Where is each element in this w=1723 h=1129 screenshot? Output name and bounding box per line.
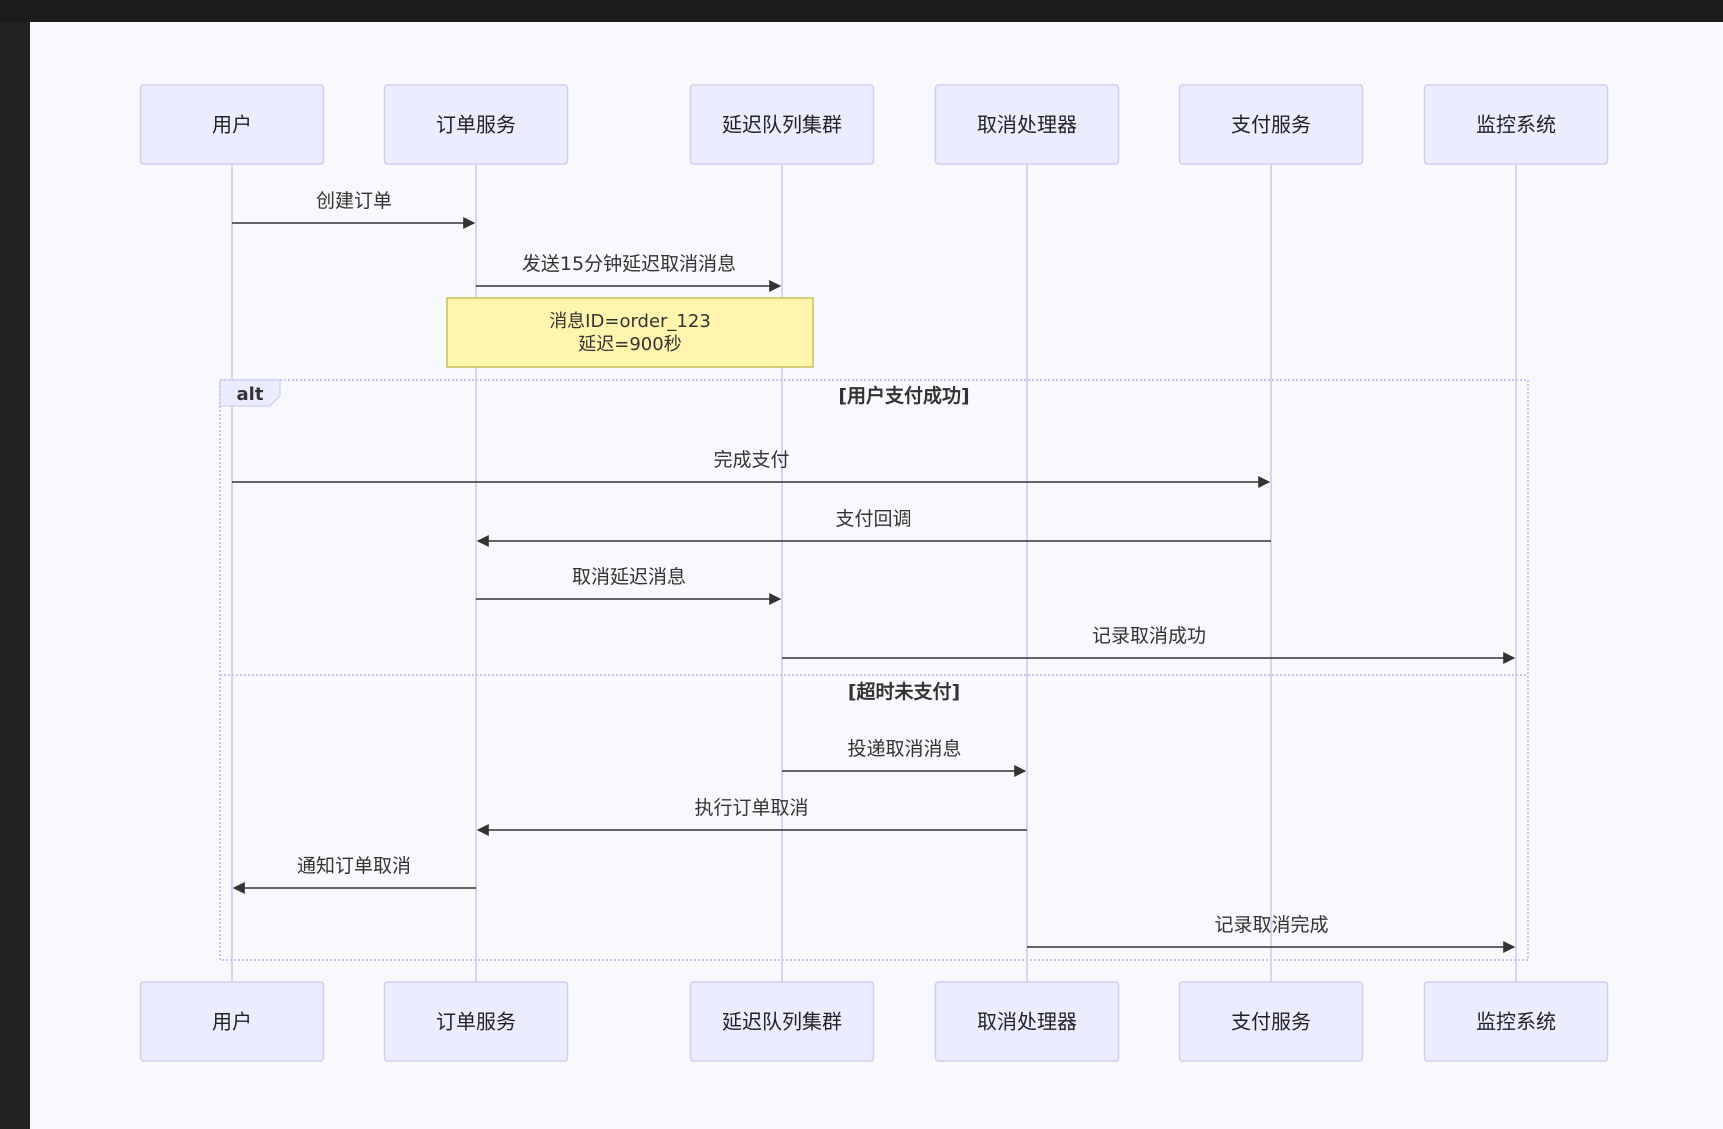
alt-branch-condition: [用户支付成功] <box>838 384 969 407</box>
message-label: 记录取消完成 <box>1214 914 1328 936</box>
participant-label: 支付服务 <box>1231 1010 1311 1034</box>
participant-label: 延迟队列集群 <box>722 113 842 137</box>
note-box <box>446 297 814 368</box>
participant-pay-bottom: 支付服务 <box>1178 981 1364 1062</box>
message-label: 完成支付 <box>713 449 789 471</box>
message-label: 创建订单 <box>316 190 392 212</box>
participant-pay-top: 支付服务 <box>1178 84 1364 165</box>
participant-label: 延迟队列集群 <box>722 1010 842 1034</box>
message-9: 通知订单取消 <box>232 855 476 894</box>
message-label: 投递取消消息 <box>847 738 961 760</box>
participant-monitor-top: 监控系统 <box>1423 84 1609 165</box>
participant-cancel-bottom: 取消处理器 <box>934 981 1120 1062</box>
message-8: 执行订单取消 <box>476 797 1027 836</box>
participant-delayq-top: 延迟队列集群 <box>689 84 875 165</box>
participant-order-bottom: 订单服务 <box>383 981 569 1062</box>
message-label: 记录取消成功 <box>1092 625 1206 647</box>
participant-order-top: 订单服务 <box>383 84 569 165</box>
message-7: 投递取消消息 <box>782 738 1027 777</box>
participant-label: 监控系统 <box>1476 1010 1556 1034</box>
message-6: 记录取消成功 <box>782 625 1516 664</box>
diagram-canvas: alt [用户支付成功] [超时未支付] 用户 用户 订单服务 订单服务 延迟队列集群 延迟队列… <box>30 22 1723 1129</box>
participant-monitor-bottom: 监控系统 <box>1423 981 1609 1062</box>
participant-user-top: 用户 <box>139 84 325 165</box>
note-line: 延迟=900秒 <box>578 334 681 355</box>
participant-user-bottom: 用户 <box>139 981 325 1062</box>
message-label: 支付回调 <box>835 508 911 530</box>
alt-frame <box>219 379 1529 961</box>
alt-branch-condition: [超时未支付] <box>848 680 960 703</box>
participant-cancel-top: 取消处理器 <box>934 84 1120 165</box>
message-label: 发送15分钟延迟取消消息 <box>522 253 736 275</box>
participant-label: 取消处理器 <box>977 113 1077 137</box>
message-3: 完成支付 <box>232 449 1271 488</box>
participant-label: 用户 <box>212 1010 252 1034</box>
note-line: 消息ID=order_123 <box>549 311 711 332</box>
sequence-diagram: alt [用户支付成功][超时未支付]用户用户订单服务订单服务延迟队列集群延迟队列… <box>139 84 1609 1062</box>
message-label: 执行订单取消 <box>694 797 808 819</box>
alt-fragment: alt [用户支付成功] [超时未支付] <box>219 379 1529 961</box>
window-top-bar <box>0 0 1723 22</box>
message-2: 发送15分钟延迟取消消息 <box>476 253 782 292</box>
message-label: 通知订单取消 <box>297 855 411 877</box>
participant-label: 支付服务 <box>1231 113 1311 137</box>
message-label: 取消延迟消息 <box>572 566 686 588</box>
participant-label: 用户 <box>212 113 252 137</box>
note: 消息ID=order_123延迟=900秒 <box>446 297 814 368</box>
participant-label: 监控系统 <box>1476 113 1556 137</box>
message-5: 取消延迟消息 <box>476 566 782 605</box>
participant-label: 订单服务 <box>436 1010 516 1034</box>
message-4: 支付回调 <box>476 508 1271 547</box>
participant-delayq-bottom: 延迟队列集群 <box>689 981 875 1062</box>
participant-label: 取消处理器 <box>977 1010 1077 1034</box>
participant-label: 订单服务 <box>436 113 516 137</box>
alt-keyword: alt <box>237 384 264 405</box>
message-1: 创建订单 <box>232 190 476 229</box>
